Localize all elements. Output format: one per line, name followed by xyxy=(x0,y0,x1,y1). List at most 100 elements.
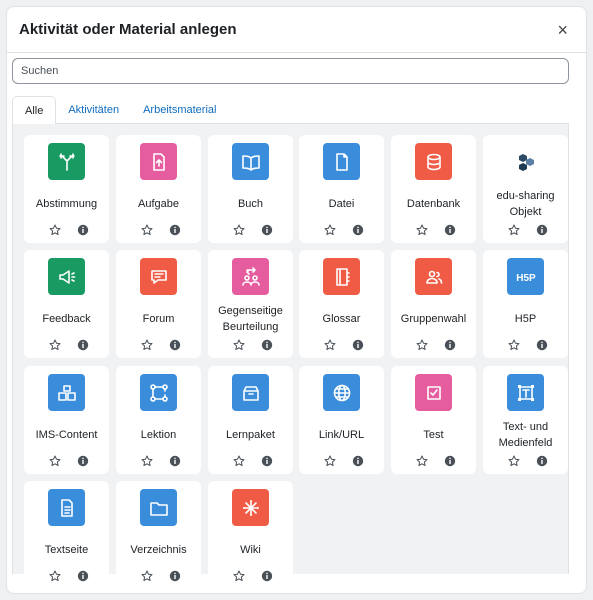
tab-alle[interactable]: Alle xyxy=(12,96,57,125)
star-outline-icon[interactable] xyxy=(324,223,336,235)
star-outline-icon[interactable] xyxy=(233,338,245,350)
tab-arbeitsmaterial[interactable]: Arbeitsmaterial xyxy=(131,96,228,124)
info-icon[interactable] xyxy=(261,569,273,582)
activity-card[interactable]: Textseite xyxy=(24,481,109,589)
activity-name: Forum xyxy=(142,313,175,325)
star-outline-icon[interactable] xyxy=(141,223,153,235)
activity-card[interactable]: Lernpaket xyxy=(208,366,293,474)
star-outline-icon[interactable] xyxy=(141,338,153,350)
info-icon[interactable] xyxy=(77,223,89,236)
star-outline-icon[interactable] xyxy=(508,454,520,466)
star-outline-icon[interactable] xyxy=(324,338,336,350)
star-outline-icon[interactable] xyxy=(233,454,245,466)
book-icon xyxy=(232,143,269,180)
star-outline-icon[interactable] xyxy=(233,569,245,581)
ims-content-icon xyxy=(48,374,85,411)
star-outline-icon[interactable] xyxy=(141,569,153,581)
info-icon[interactable] xyxy=(169,454,181,467)
activity-card[interactable]: Text- und Medienfeld xyxy=(483,366,568,474)
close-button[interactable]: × xyxy=(553,19,572,41)
activity-card[interactable]: Wiki xyxy=(208,481,293,589)
info-icon[interactable] xyxy=(352,223,364,236)
activity-name: Glossar xyxy=(322,313,361,325)
star-outline-icon[interactable] xyxy=(324,454,336,466)
activity-card[interactable]: Forum xyxy=(116,250,201,358)
info-icon[interactable] xyxy=(77,454,89,467)
activity-name: Textseite xyxy=(44,544,89,556)
activity-name: H5P xyxy=(514,313,537,325)
activity-name: Test xyxy=(423,429,444,441)
star-outline-icon[interactable] xyxy=(508,338,520,350)
group-choice-icon xyxy=(415,258,452,295)
info-icon[interactable] xyxy=(77,569,89,582)
quiz-icon xyxy=(415,374,452,411)
activity-name: Text- und Medienfeld xyxy=(498,421,553,449)
info-icon[interactable] xyxy=(444,454,456,467)
info-icon[interactable] xyxy=(169,569,181,582)
activity-card[interactable]: IMS-Content xyxy=(24,366,109,474)
activity-card[interactable]: Datenbank xyxy=(391,135,476,243)
activity-name: Wiki xyxy=(240,544,261,556)
activity-name: Lernpaket xyxy=(226,429,275,441)
info-icon[interactable] xyxy=(444,223,456,236)
info-icon[interactable] xyxy=(169,338,181,351)
edu-sharing-icon xyxy=(507,143,544,180)
activity-card[interactable]: Aufgabe xyxy=(116,135,201,243)
info-icon[interactable] xyxy=(77,338,89,351)
star-outline-icon[interactable] xyxy=(141,454,153,466)
search-input[interactable] xyxy=(12,58,569,84)
feedback-icon xyxy=(48,258,85,295)
activity-card[interactable]: H5P H5P xyxy=(483,250,568,358)
activity-card[interactable]: Glossar xyxy=(299,250,384,358)
folder-icon xyxy=(140,489,177,526)
activity-name: IMS-Content xyxy=(35,429,98,441)
star-outline-icon[interactable] xyxy=(49,223,61,235)
activity-card[interactable]: Abstimmung xyxy=(24,135,109,243)
star-outline-icon[interactable] xyxy=(416,454,428,466)
activity-card[interactable]: Gruppenwahl xyxy=(391,250,476,358)
activity-card[interactable]: Feedback xyxy=(24,250,109,358)
activity-card[interactable]: Buch xyxy=(208,135,293,243)
activity-name: Aufgabe xyxy=(138,198,179,210)
page-icon xyxy=(48,489,85,526)
info-icon[interactable] xyxy=(261,338,273,351)
info-icon[interactable] xyxy=(352,454,364,467)
info-icon[interactable] xyxy=(352,338,364,351)
modal-title: Aktivität oder Material anlegen xyxy=(19,21,237,38)
lesson-icon xyxy=(140,374,177,411)
activity-name: edu-sharing Objekt xyxy=(496,190,555,218)
scorm-package-icon xyxy=(232,374,269,411)
star-outline-icon[interactable] xyxy=(416,223,428,235)
star-outline-icon[interactable] xyxy=(508,223,520,235)
info-icon[interactable] xyxy=(261,454,273,467)
h5p-icon: H5P xyxy=(507,258,544,295)
star-outline-icon[interactable] xyxy=(49,569,61,581)
info-icon[interactable] xyxy=(169,223,181,236)
info-icon[interactable] xyxy=(444,338,456,351)
activity-name: Datenbank xyxy=(406,198,461,210)
info-icon[interactable] xyxy=(261,223,273,236)
activity-grid: Abstimmung Aufgabe Buch Datei Datenbank edu-s… xyxy=(12,124,569,589)
activity-card[interactable]: Verzeichnis xyxy=(116,481,201,589)
activity-name: Verzeichnis xyxy=(130,544,187,556)
star-outline-icon[interactable] xyxy=(49,338,61,350)
star-outline-icon[interactable] xyxy=(233,223,245,235)
activity-card[interactable]: Link/URL xyxy=(299,366,384,474)
activity-card[interactable]: Lektion xyxy=(116,366,201,474)
text-media-icon xyxy=(507,374,544,411)
activity-name: Gruppenwahl xyxy=(400,313,467,325)
activity-card[interactable]: Gegenseitige Beurteilung xyxy=(208,250,293,358)
activity-card[interactable]: edu-sharing Objekt xyxy=(483,135,568,243)
database-icon xyxy=(415,143,452,180)
activity-card[interactable]: Test xyxy=(391,366,476,474)
star-outline-icon[interactable] xyxy=(49,454,61,466)
info-icon[interactable] xyxy=(536,338,548,351)
activity-name: Feedback xyxy=(42,313,91,325)
tab-aktivitaeten[interactable]: Aktivitäten xyxy=(56,96,131,124)
wiki-icon xyxy=(232,489,269,526)
activity-card[interactable]: Datei xyxy=(299,135,384,243)
info-icon[interactable] xyxy=(536,223,548,236)
info-icon[interactable] xyxy=(536,454,548,467)
star-outline-icon[interactable] xyxy=(416,338,428,350)
assignment-icon xyxy=(140,143,177,180)
